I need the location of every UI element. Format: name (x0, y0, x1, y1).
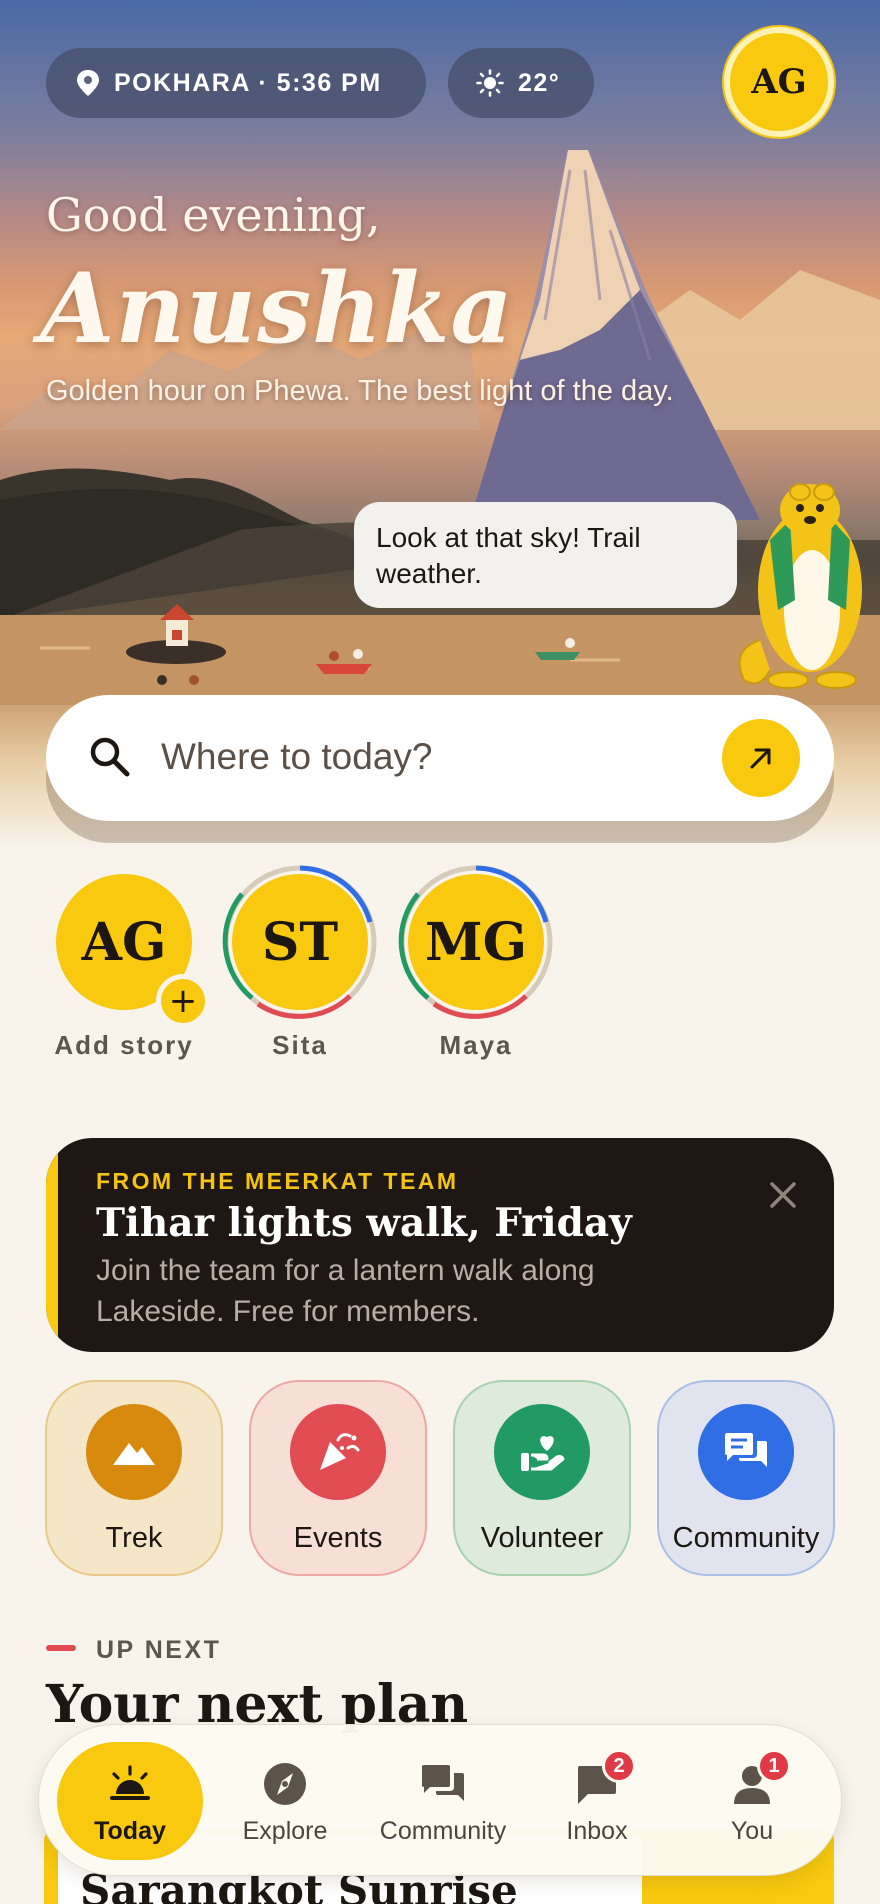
story-maya[interactable]: MG Maya (398, 865, 553, 1061)
story-avatar: MG (398, 865, 553, 1019)
story-ring (398, 865, 553, 1019)
arrow-up-right-icon (750, 748, 771, 769)
location-time-text: POKHARA · 5:36 PM (114, 68, 382, 97)
bottom-nav-bar: Today Explore Community 2 Inbox 1 You (38, 1724, 842, 1876)
story-initials: AG (81, 911, 167, 973)
chat-bubbles-icon (698, 1404, 794, 1500)
search-icon (90, 737, 130, 777)
category-community[interactable]: Community (657, 1380, 835, 1576)
promo-card[interactable]: FROM THE MEERKAT TEAM Tihar lights walk,… (46, 1138, 834, 1352)
compass-icon (260, 1759, 310, 1809)
search-go-button[interactable] (722, 719, 800, 797)
nav-tab-you[interactable]: 1 You (682, 1725, 822, 1877)
promo-title: Tihar lights walk, Friday (96, 1200, 632, 1246)
temperature-text: 22° (518, 68, 561, 97)
search-bar[interactable] (46, 695, 834, 821)
category-label: Volunteer (480, 1522, 604, 1554)
story-sita[interactable]: ST Sita (222, 865, 377, 1061)
nav-label: Community (379, 1817, 507, 1845)
inbox-badge: 2 (602, 1749, 636, 1783)
location-pin-icon (77, 70, 99, 96)
story-label: Add story (54, 1030, 194, 1060)
category-label: Events (293, 1522, 383, 1554)
profile-badge: 1 (757, 1749, 791, 1783)
greeting-text: Good evening, (46, 188, 381, 242)
promo-body: Join the team for a lantern walk along L… (96, 1254, 595, 1328)
section-accent-dash (46, 1645, 76, 1651)
category-volunteer[interactable]: Volunteer (453, 1380, 631, 1576)
nav-tab-explore[interactable]: Explore (215, 1725, 355, 1877)
mascot-speech-bubble: Look at that sky! Trail weather. (354, 502, 737, 608)
message-icon: 2 (572, 1749, 636, 1809)
mountain-icon (86, 1404, 182, 1500)
story-label: Maya (439, 1030, 513, 1060)
nav-label: Inbox (566, 1817, 628, 1845)
promo-accent-stripe (46, 1138, 58, 1352)
search-input[interactable] (161, 725, 721, 789)
promo-kicker: FROM THE MEERKAT TEAM (96, 1168, 459, 1194)
profile-avatar[interactable]: AG (724, 27, 834, 137)
sun-icon (476, 69, 504, 97)
weather-pill[interactable]: 22° (448, 48, 594, 118)
story-add[interactable]: AG + Add story (49, 874, 210, 1061)
nav-label: Today (94, 1817, 166, 1845)
plus-icon[interactable]: + (156, 974, 210, 1028)
nav-tab-today[interactable]: Today (57, 1725, 203, 1877)
story-avatar: ST (222, 865, 377, 1019)
category-label: Trek (105, 1522, 163, 1554)
nav-tab-inbox[interactable]: 2 Inbox (527, 1725, 667, 1877)
upnext-kicker: UP NEXT (96, 1636, 222, 1664)
story-ring (222, 865, 377, 1019)
chat-bubbles-icon (418, 1759, 468, 1809)
category-events[interactable]: Events (249, 1380, 427, 1576)
person-icon: 1 (727, 1749, 791, 1809)
user-name: Anushka (40, 252, 514, 365)
category-label: Community (672, 1522, 820, 1554)
nav-label: Explore (242, 1817, 328, 1845)
heart-hand-icon (494, 1404, 590, 1500)
nav-tab-community[interactable]: Community (363, 1725, 523, 1877)
party-popper-icon (290, 1404, 386, 1500)
hero-tagline: Golden hour on Phewa. The best light of … (46, 375, 674, 407)
sunrise-icon (105, 1759, 155, 1809)
story-label: Sita (272, 1030, 328, 1060)
story-avatar: AG + (56, 874, 210, 1028)
category-trek[interactable]: Trek (45, 1380, 223, 1576)
close-icon[interactable] (766, 1178, 800, 1212)
nav-label: You (730, 1817, 774, 1845)
location-time-pill[interactable]: POKHARA · 5:36 PM (46, 48, 426, 118)
